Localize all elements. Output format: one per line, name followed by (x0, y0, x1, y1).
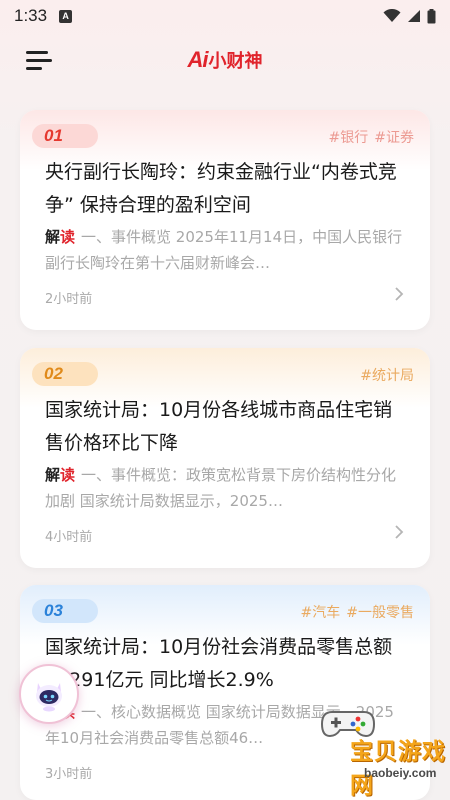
status-time: 1:33 (14, 6, 48, 25)
news-title[interactable]: 央行副行长陶玲：约束金融行业“内卷式竞争” 保持合理的盈利空间 (45, 156, 410, 222)
watermark: 宝贝游戏网 baobeiy.com (300, 700, 450, 800)
logo-ai: Ai (187, 47, 209, 72)
watermark-url: baobeiy.com (364, 766, 437, 780)
tag-list: #汽车 #一般零售 (295, 602, 414, 622)
news-summary: 解读 一、事件概览 2025年11月14日，中国人民银行副行长陶玲在第十六届财新峰… (45, 224, 406, 276)
wifi-icon (383, 9, 401, 22)
menu-icon (26, 51, 48, 54)
timestamp: 4小时前 (45, 530, 93, 545)
summary-text: 一、事件概览 2025年11月14日，中国人民银行副行长陶玲在第十六届财新峰会… (45, 228, 403, 272)
battery-icon (427, 8, 436, 23)
news-summary: 解读 一、事件概览：政策宽松背景下房价结构性分化加剧 国家统计局数据显示，2025… (45, 462, 406, 514)
news-title[interactable]: 国家统计局：10月份各线城市商品住宅销售价格环比下降 (45, 394, 410, 460)
logo-name: 小财神 (208, 51, 263, 72)
tag[interactable]: #汽车 (301, 605, 341, 621)
rank-badge: 01 (32, 124, 98, 148)
rank-badge: 02 (32, 362, 98, 386)
notification-icon: A (59, 9, 73, 23)
timestamp: 3小时前 (45, 767, 93, 782)
summary-text: 一、事件概览：政策宽松背景下房价结构性分化加剧 国家统计局数据显示，2025… (45, 466, 397, 510)
app-logo: Ai 小财神 (188, 47, 263, 73)
chevron-right-icon[interactable] (392, 525, 406, 539)
status-bar: 1:33 A (0, 0, 450, 32)
news-card[interactable]: 01 #银行 #证券 央行副行长陶玲：约束金融行业“内卷式竞争” 保持合理的盈利空… (20, 110, 430, 330)
tag-list: #银行 #证券 (323, 127, 414, 147)
summary-label: 解读 (45, 228, 76, 246)
summary-label: 解读 (45, 466, 76, 484)
news-card[interactable]: 02 #统计局 国家统计局：10月份各线城市商品住宅销售价格环比下降 解读 一、事… (20, 348, 430, 568)
menu-button[interactable] (26, 48, 54, 72)
tag-list: #统计局 (354, 365, 414, 385)
robot-assistant-icon (36, 683, 62, 712)
tag[interactable]: #银行 (329, 130, 369, 146)
rank-badge: 03 (32, 599, 98, 623)
signal-icon (408, 10, 420, 22)
tag[interactable]: #证券 (374, 130, 414, 146)
news-title[interactable]: 国家统计局：10月份社会消费品零售总额46291亿元 同比增长2.9% (45, 631, 410, 697)
chevron-right-icon[interactable] (392, 287, 406, 301)
ai-assistant-button[interactable] (19, 664, 79, 724)
timestamp: 2小时前 (45, 292, 93, 307)
tag[interactable]: #一般零售 (346, 605, 414, 621)
app-header: Ai 小财神 (0, 40, 450, 80)
tag[interactable]: #统计局 (360, 368, 414, 384)
status-icons (383, 8, 436, 24)
